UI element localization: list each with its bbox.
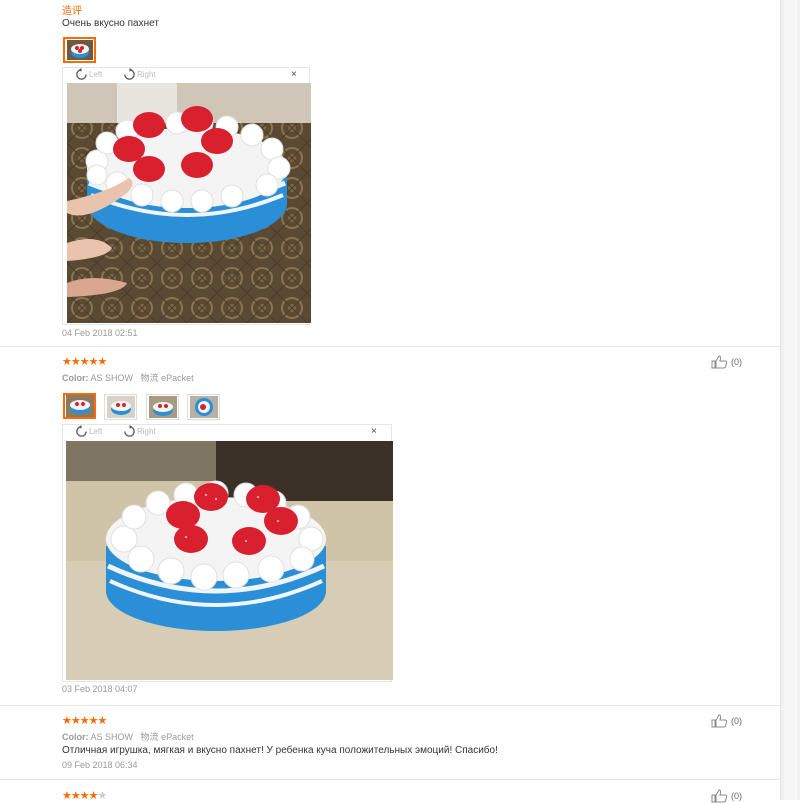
helpful-button[interactable]: (0) bbox=[711, 789, 742, 803]
photo-viewer: Left Right × bbox=[62, 424, 393, 682]
scrollbar-thumb[interactable] bbox=[784, 0, 797, 800]
shipping-label: 物流 bbox=[140, 732, 159, 742]
star-rating-empty: ★ bbox=[97, 790, 107, 802]
cake-thumbnail-image bbox=[106, 396, 135, 418]
page-scrollbar[interactable] bbox=[780, 0, 800, 800]
rotate-right-icon bbox=[124, 68, 135, 80]
star-rating: ★★★★★ bbox=[62, 715, 107, 727]
reviewer-name: 造评 bbox=[62, 6, 82, 17]
rotate-right-button[interactable]: Right bbox=[123, 425, 156, 438]
cake-thumbnail-image bbox=[66, 40, 93, 60]
review-photo bbox=[67, 83, 311, 323]
close-icon[interactable]: × bbox=[371, 426, 377, 437]
cake-thumbnail-image bbox=[65, 395, 94, 417]
cake-photo-image bbox=[67, 83, 311, 323]
color-label: Color: bbox=[62, 732, 89, 742]
helpful-button[interactable]: (0) bbox=[711, 714, 742, 728]
viewer-toolbar: Left Right × bbox=[63, 425, 393, 439]
rotate-right-icon bbox=[124, 425, 135, 437]
color-value: AS SHOW bbox=[90, 732, 134, 742]
helpful-count: (0) bbox=[731, 357, 742, 367]
review-text: Очень вкусно пахнет bbox=[62, 18, 159, 29]
cake-photo-image bbox=[66, 441, 393, 680]
photo-thumbnail[interactable] bbox=[63, 393, 96, 419]
review-text: Отличная игрушка, мягкая и вкусно пахнет… bbox=[62, 745, 498, 756]
review-photo bbox=[66, 441, 393, 680]
rotate-left-icon bbox=[76, 425, 87, 437]
rotate-right-button[interactable]: Right bbox=[123, 68, 156, 81]
cake-thumbnail-image bbox=[189, 396, 218, 418]
color-label: Color: bbox=[62, 373, 89, 383]
star-rating: ★★★★★ bbox=[62, 356, 107, 368]
review-date: 09 Feb 2018 06:34 bbox=[62, 760, 138, 770]
thumbs-up-icon bbox=[711, 789, 728, 803]
rotate-left-button[interactable]: Left bbox=[75, 68, 102, 81]
helpful-button[interactable]: (0) bbox=[711, 355, 742, 369]
shipping-value: ePacket bbox=[161, 373, 194, 383]
rotate-right-label: Right bbox=[137, 427, 156, 436]
shipping-label: 物流 bbox=[140, 373, 159, 383]
thumbs-up-icon bbox=[711, 355, 728, 369]
photo-thumbnail[interactable] bbox=[146, 394, 179, 420]
review-attributes: Color: AS SHOW 物流 ePacket bbox=[62, 730, 194, 743]
review-attributes: Color: AS SHOW 物流 ePacket bbox=[62, 371, 194, 384]
viewer-toolbar: Left Right × bbox=[63, 68, 311, 82]
review-divider bbox=[0, 346, 780, 347]
cake-thumbnail-image bbox=[148, 396, 177, 418]
photo-thumbnail[interactable] bbox=[187, 394, 220, 420]
rotate-left-label: Left bbox=[89, 70, 103, 79]
thumbs-up-icon bbox=[711, 714, 728, 728]
color-value: AS SHOW bbox=[90, 373, 134, 383]
review-date: 04 Feb 2018 02:51 bbox=[62, 328, 138, 338]
photo-thumbnail[interactable] bbox=[63, 37, 96, 63]
photo-viewer: Left Right × bbox=[62, 67, 311, 325]
rotate-left-icon bbox=[76, 68, 87, 80]
rotate-right-label: Right bbox=[137, 70, 156, 79]
star-rating: ★★★★★ bbox=[62, 789, 107, 802]
review-divider bbox=[0, 705, 780, 706]
shipping-value: ePacket bbox=[161, 732, 194, 742]
close-icon[interactable]: × bbox=[291, 69, 297, 80]
rotate-left-button[interactable]: Left bbox=[75, 425, 102, 438]
photo-thumbnail[interactable] bbox=[104, 394, 137, 420]
review-list: 造评 Очень вкусно пахнет Left Right × 04 F… bbox=[0, 0, 780, 803]
review-date: 03 Feb 2018 04:07 bbox=[62, 684, 138, 694]
star-rating-filled: ★★★★ bbox=[62, 790, 98, 802]
rotate-left-label: Left bbox=[89, 427, 103, 436]
review-divider bbox=[0, 779, 780, 780]
helpful-count: (0) bbox=[731, 716, 742, 726]
